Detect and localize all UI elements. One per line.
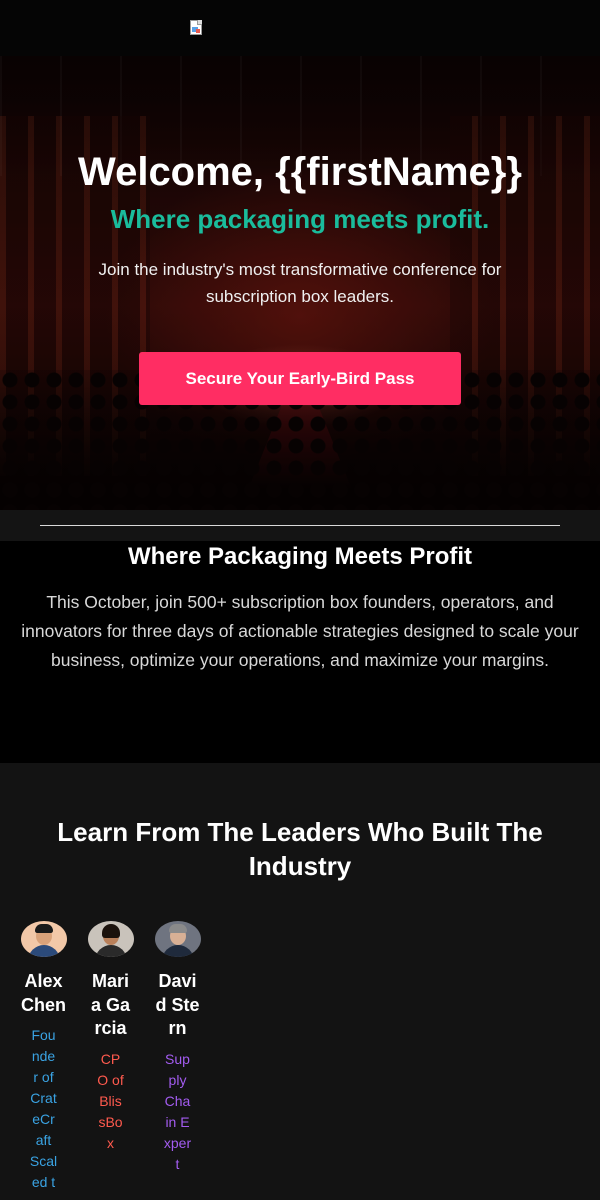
speakers-section: Learn From The Leaders Who Built The Ind… (0, 763, 600, 1200)
avatar (154, 921, 201, 957)
intro-body: This October, join 500+ subscription box… (21, 592, 579, 670)
speaker-name: Maria Garcia (90, 971, 131, 1038)
avatar (87, 921, 134, 957)
speaker-card: David Stern Supply Chain Expert (144, 921, 211, 1200)
divider-line (40, 525, 560, 526)
early-bird-pass-button[interactable]: Secure Your Early-Bird Pass (139, 352, 461, 405)
hero-description: Join the industry's most transformative … (98, 260, 502, 306)
speaker-role: Founder of CrateCraft Scaled to (29, 1027, 58, 1200)
speaker-role: CPO of BlissBox (97, 1050, 124, 1151)
speaker-name: David Stern (155, 971, 200, 1038)
hero-content: Welcome, {{firstName}} Where packaging m… (0, 56, 600, 405)
hero-title: Welcome, {{firstName}} (78, 150, 522, 194)
speaker-name: Alex Chen (21, 971, 66, 1015)
avatar (20, 921, 67, 957)
speaker-card: Maria Garcia CPO of BlissBox (77, 921, 144, 1200)
speakers-heading: Learn From The Leaders Who Built The Ind… (57, 817, 543, 881)
hero-subtitle: Where packaging meets profit. (110, 204, 490, 234)
speaker-list: Alex Chen Founder of CrateCraft Scaled t… (0, 921, 600, 1200)
divider-band (0, 510, 600, 541)
broken-image-icon (190, 20, 206, 36)
speaker-role: Supply Chain Expert (163, 1050, 192, 1172)
hero-banner: Welcome, {{firstName}} Where packaging m… (0, 56, 600, 510)
speaker-card: Alex Chen Founder of CrateCraft Scaled t… (10, 921, 77, 1200)
intro-heading: Where Packaging Meets Profit (127, 543, 473, 570)
intro-section: Where Packaging Meets Profit This Octobe… (0, 541, 600, 763)
email-header (0, 0, 600, 56)
